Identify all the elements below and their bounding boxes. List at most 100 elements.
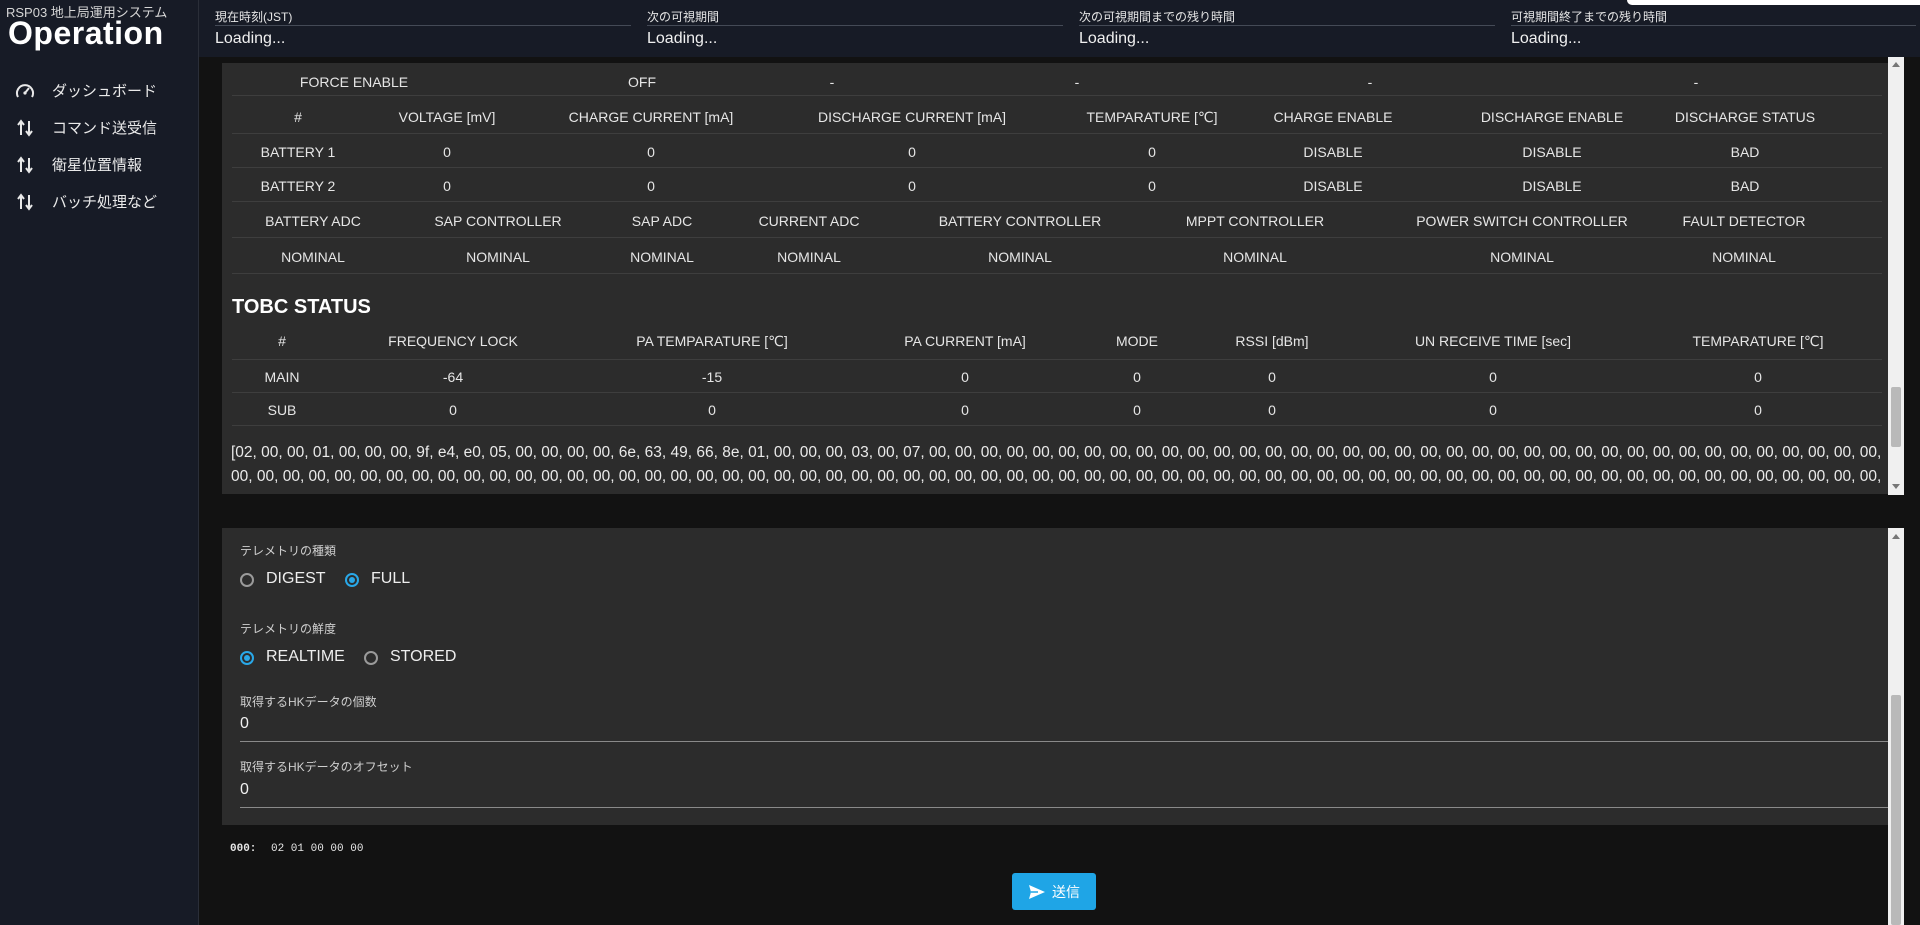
table-header: CURRENT ADC: [758, 213, 860, 229]
radio-label[interactable]: FULL: [371, 570, 410, 588]
table-header: MODE: [1116, 333, 1158, 349]
scrollbar-thumb[interactable]: [1891, 695, 1901, 925]
table-header: #: [294, 109, 302, 125]
swap-vertical-icon: [14, 154, 36, 176]
sidebar-item-label: ダッシュボード: [52, 83, 158, 100]
radio-stored[interactable]: [364, 651, 378, 665]
header-value: Loading...: [1511, 30, 1582, 47]
status-value: NOMINAL: [1712, 249, 1776, 265]
status-value: NOMINAL: [281, 249, 345, 265]
header-value: Loading...: [1079, 30, 1150, 47]
header-label: 次の可視期間までの残り時間: [1079, 10, 1236, 24]
header-label: 現在時刻(JST): [215, 10, 293, 24]
header-time-to-pass: 次の可視期間までの残り時間 Loading...: [1063, 0, 1495, 57]
radio-label[interactable]: REALTIME: [266, 648, 345, 666]
field-label: 取得するHKデータのオフセット: [240, 760, 413, 774]
table-header: CHARGE ENABLE: [1273, 109, 1393, 125]
radio-full[interactable]: [345, 573, 359, 587]
sidebar-item-batch[interactable]: バッチ処理など: [0, 183, 198, 220]
table-cell: 0: [449, 402, 457, 418]
table-header: PA CURRENT [mA]: [904, 333, 1026, 349]
divider: [1511, 25, 1916, 26]
table-header: POWER SWITCH CONTROLLER: [1416, 213, 1628, 229]
field-label: テレメトリの鮮度: [240, 622, 337, 636]
table-header: DISCHARGE CURRENT [mA]: [818, 109, 1006, 125]
radio-label[interactable]: DIGEST: [266, 570, 326, 588]
hk-offset-input[interactable]: 0: [240, 781, 249, 799]
table-header: PA TEMPARATURE [℃]: [636, 333, 788, 349]
table-header: BATTERY CONTROLLER: [938, 213, 1102, 229]
divider: [232, 95, 1882, 96]
table-cell: BATTERY 1: [260, 144, 336, 160]
radio-digest[interactable]: [240, 573, 254, 587]
table-cell: 0: [908, 144, 916, 160]
divider: [232, 133, 1882, 134]
table-cell: 0: [708, 402, 716, 418]
field-label: 取得するHKデータの個数: [240, 695, 377, 709]
header-label: 可視期間終了までの残り時間: [1511, 10, 1668, 24]
scroll-up-icon[interactable]: [1892, 62, 1900, 67]
header-label: 次の可視期間: [647, 10, 720, 24]
gauge-icon: [14, 80, 36, 102]
send-button[interactable]: 送信: [1012, 873, 1096, 910]
force-enable-value: OFF: [628, 74, 656, 90]
table-cell: 0: [1754, 369, 1762, 385]
table-cell: -: [1693, 74, 1699, 90]
send-button-label: 送信: [1052, 883, 1080, 900]
radio-label[interactable]: STORED: [390, 648, 456, 666]
popup-edge: [1627, 0, 1920, 5]
table-header: CHARGE CURRENT [mA]: [568, 109, 734, 125]
header-next-pass: 次の可視期間 Loading...: [631, 0, 1063, 57]
section-title: TOBC STATUS: [232, 296, 371, 318]
divider: [215, 25, 631, 26]
table-cell: -15: [701, 369, 723, 385]
table-cell: 0: [961, 402, 969, 418]
input-underline: [240, 741, 1890, 742]
table-cell: BAD: [1730, 144, 1760, 160]
sidebar-item-label: コマンド送受信: [52, 120, 158, 137]
table-cell: DISABLE: [1303, 178, 1363, 194]
status-value: NOMINAL: [466, 249, 530, 265]
radio-realtime[interactable]: [240, 651, 254, 665]
scrollbar-thumb[interactable]: [1891, 387, 1901, 447]
raw-hex-dump: [02, 00, 00, 01, 00, 00, 00, 9f, e4, e0,…: [231, 444, 1882, 494]
scroll-down-icon[interactable]: [1892, 484, 1900, 489]
table-cell: 0: [1148, 144, 1156, 160]
table-header: #: [278, 333, 286, 349]
divider: [232, 425, 1882, 426]
command-form: テレメトリの種類 DIGEST FULL テレメトリの鮮度 REALTIME S…: [222, 528, 1892, 825]
header: 現在時刻(JST) Loading... 次の可視期間 Loading... 次…: [199, 0, 1920, 57]
table-cell: BATTERY 2: [260, 178, 336, 194]
sidebar-item-label: バッチ処理など: [52, 194, 158, 211]
table-cell: 0: [908, 178, 916, 194]
table-cell: -64: [442, 369, 464, 385]
divider: [232, 167, 1882, 168]
table-header: DISCHARGE ENABLE: [1480, 109, 1624, 125]
table-cell: DISABLE: [1522, 178, 1582, 194]
status-value: NOMINAL: [630, 249, 694, 265]
sidebar-item-command[interactable]: コマンド送受信: [0, 109, 198, 146]
table-cell: MAIN: [264, 369, 300, 385]
sidebar-nav: ダッシュボード コマンド送受信 衛星位置情報 バッチ処理など: [0, 72, 198, 220]
table-cell: DISABLE: [1522, 144, 1582, 160]
table-cell: 0: [1133, 402, 1141, 418]
table-cell: 0: [443, 178, 451, 194]
header-value: Loading...: [215, 30, 286, 47]
table-cell: 0: [1133, 369, 1141, 385]
sidebar-item-dashboard[interactable]: ダッシュボード: [0, 72, 198, 109]
table-header: DISCHARGE STATUS: [1674, 109, 1816, 125]
table-header: BATTERY ADC: [265, 213, 361, 229]
table-header: TEMPARATURE [℃]: [1692, 333, 1824, 349]
scroll-up-icon[interactable]: [1892, 534, 1900, 539]
divider: [232, 201, 1882, 202]
header-current-time: 現在時刻(JST) Loading...: [199, 0, 631, 57]
table-cell: 0: [647, 144, 655, 160]
table-cell: 0: [1754, 402, 1762, 418]
table-cell: -: [1367, 74, 1373, 90]
header-value: Loading...: [647, 30, 718, 47]
hk-count-input[interactable]: 0: [240, 715, 249, 733]
table-cell: BAD: [1730, 178, 1760, 194]
send-icon: [1028, 884, 1046, 900]
sidebar-item-position[interactable]: 衛星位置情報: [0, 146, 198, 183]
status-value: NOMINAL: [988, 249, 1052, 265]
